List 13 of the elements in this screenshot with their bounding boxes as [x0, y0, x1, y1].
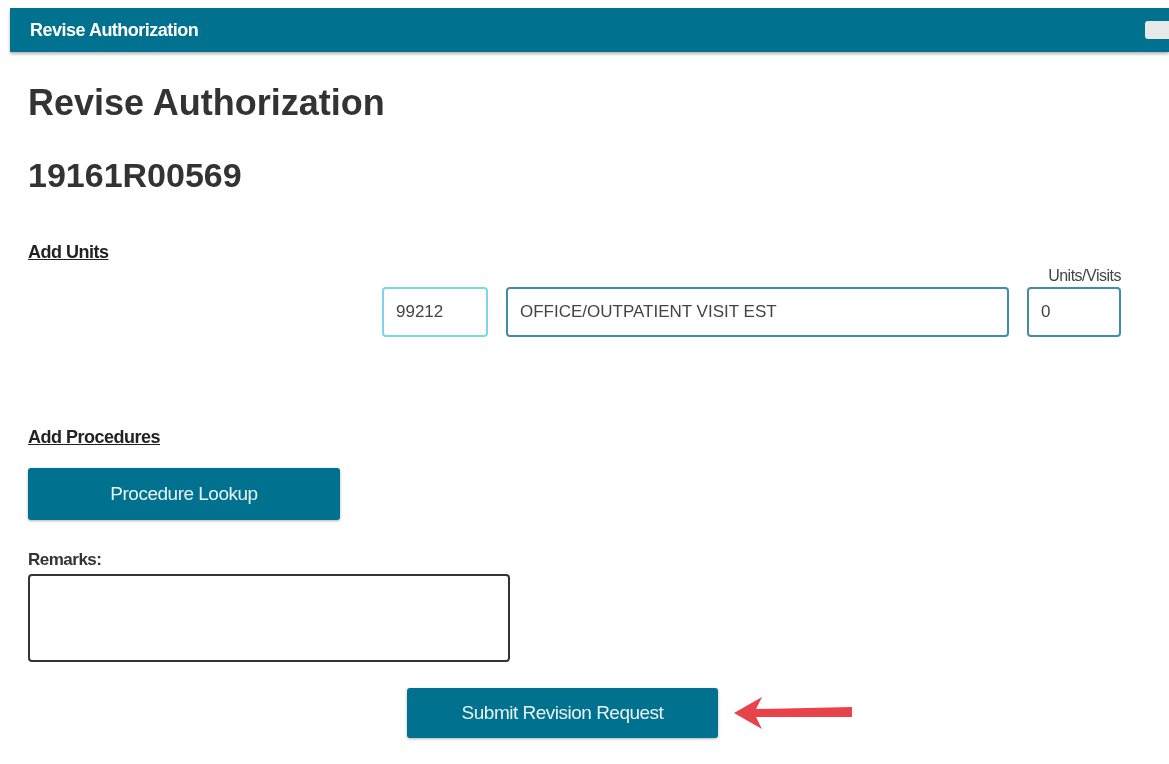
description-field[interactable]: OFFICE/OUTPATIENT VISIT EST — [506, 287, 1009, 337]
units-field[interactable]: 0 — [1027, 287, 1121, 337]
title-bar-title: Revise Authorization — [30, 19, 199, 41]
section-heading: Add Units — [28, 242, 109, 263]
remarks-field[interactable] — [28, 574, 510, 662]
remarks-label: Remarks: — [28, 550, 103, 570]
section-heading: Add Procedures — [28, 427, 161, 448]
submit-button[interactable]: Submit Revision Request — [407, 688, 718, 738]
code-field[interactable]: 99212 — [382, 287, 488, 337]
procedure-lookup-button[interactable]: Procedure Lookup — [28, 468, 340, 520]
page-title: Revise Authorization — [28, 82, 386, 125]
units-label: Units/Visits — [1048, 267, 1121, 285]
authorization-number: 19161R00569 — [28, 156, 243, 196]
